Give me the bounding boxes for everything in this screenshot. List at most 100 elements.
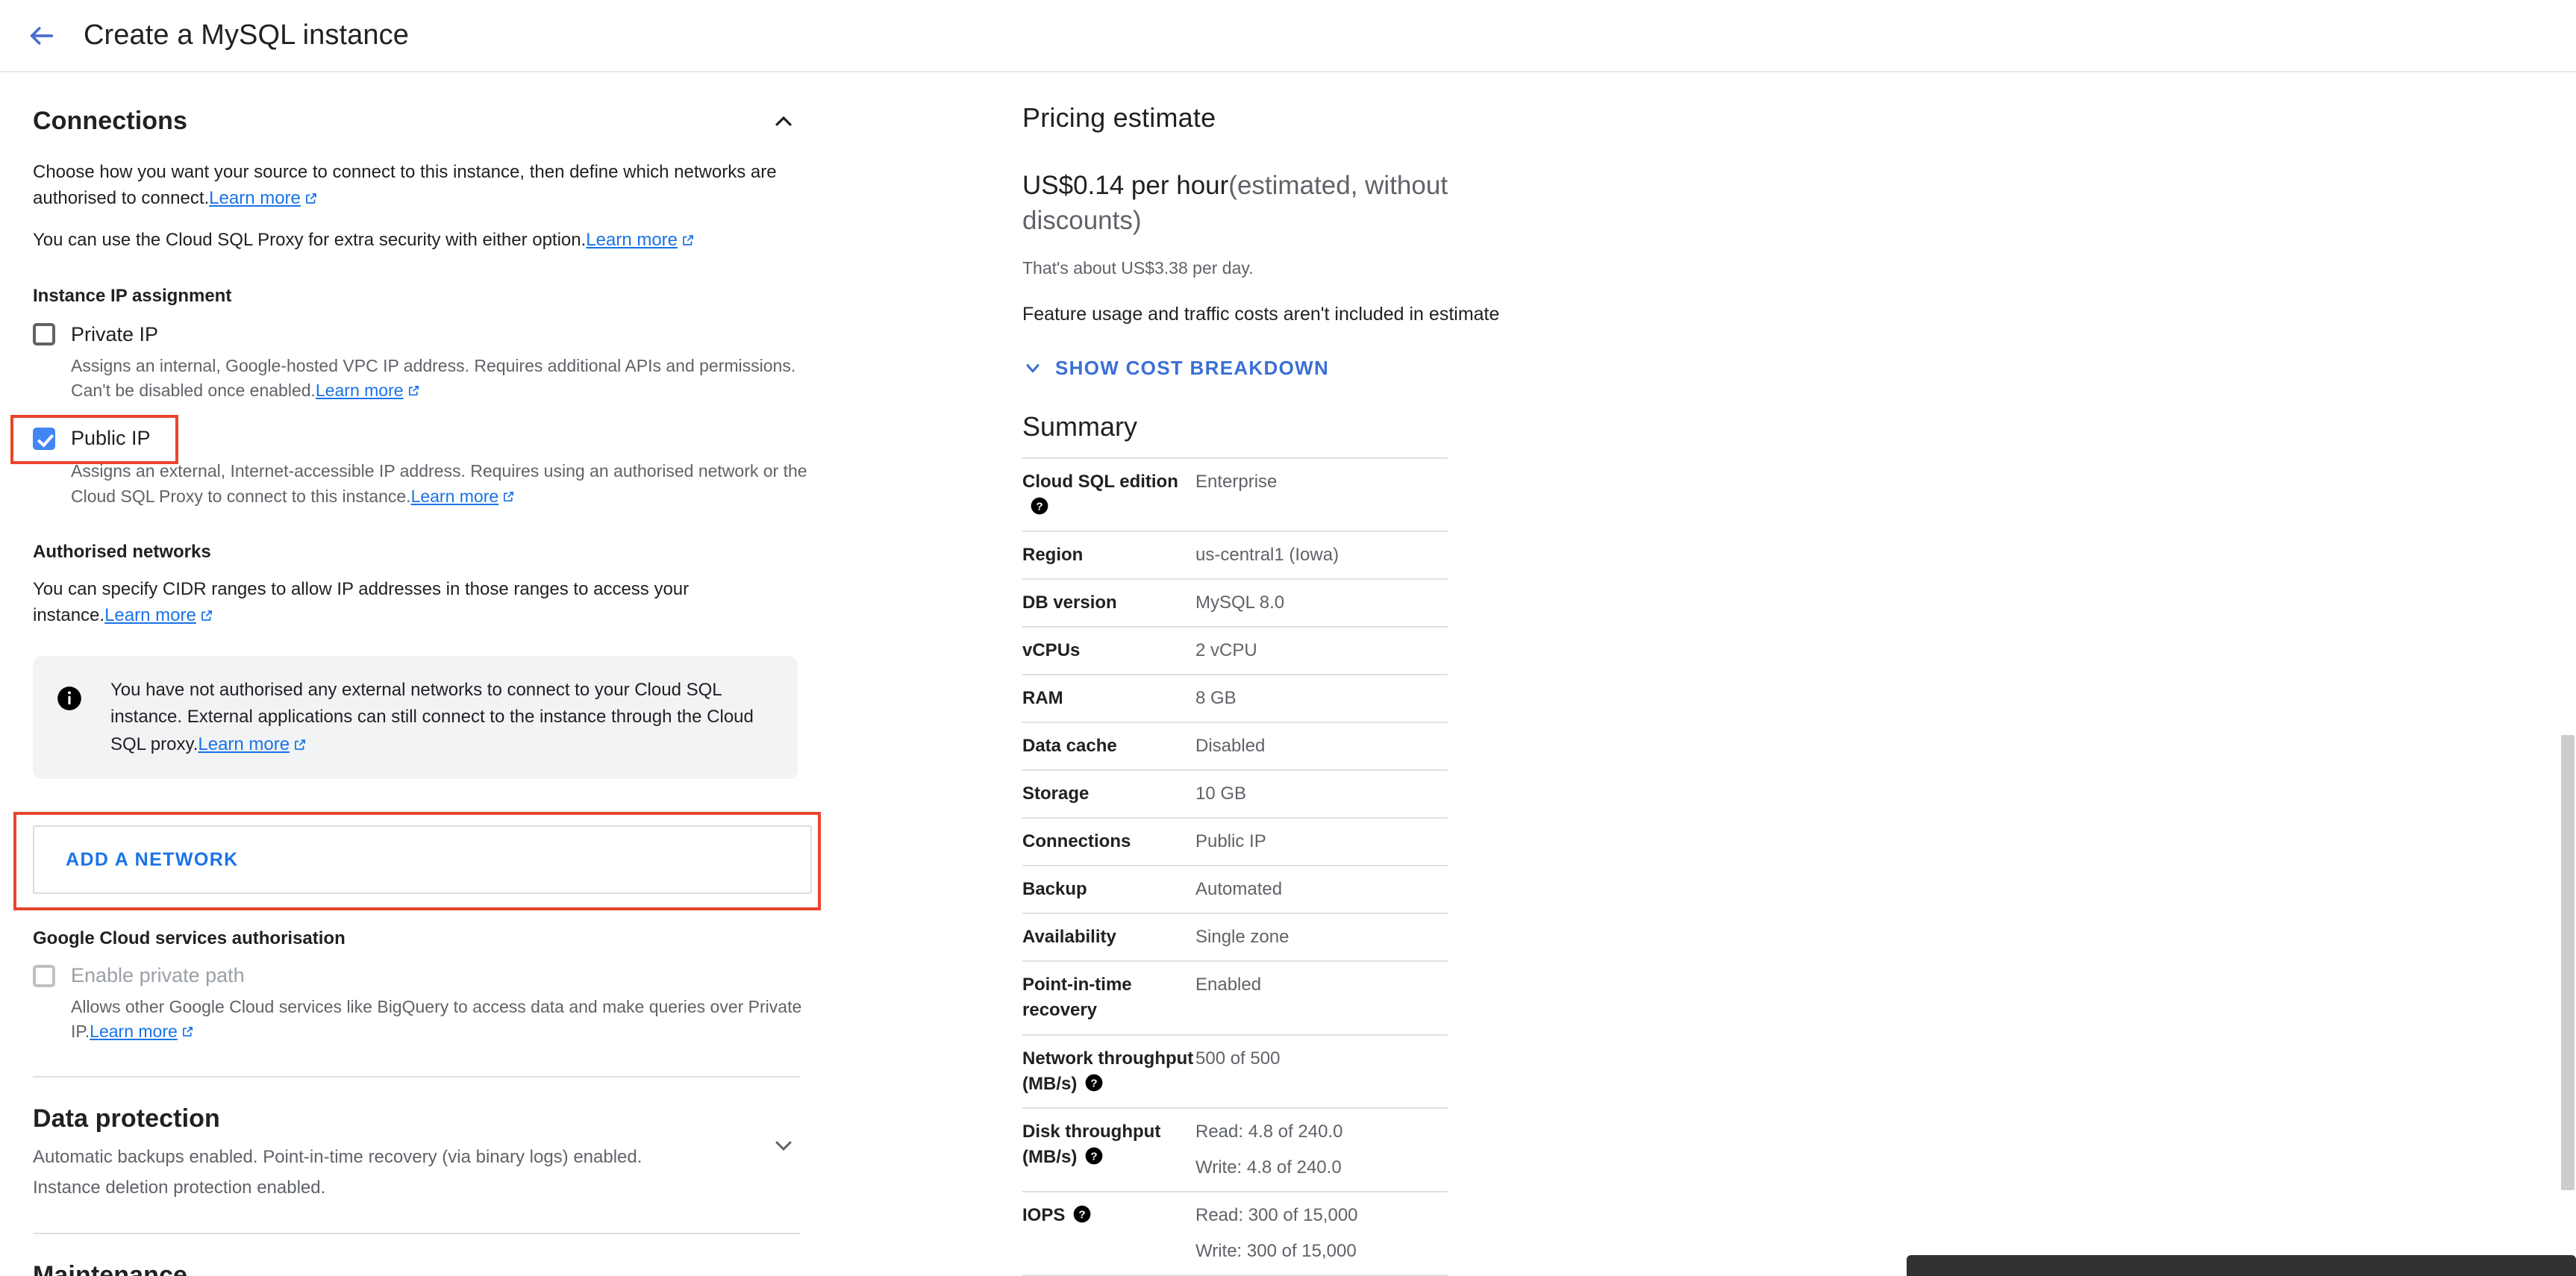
public-ip-checkbox-row[interactable]: Public IP bbox=[33, 427, 836, 450]
data-protection-header[interactable]: Data protection Automatic backups enable… bbox=[33, 1104, 836, 1201]
data-protection-expand-button[interactable] bbox=[767, 1131, 800, 1164]
vertical-scrollbar-track[interactable] bbox=[2560, 0, 2576, 1276]
summary-row-label-text: Point-in-time recovery bbox=[1022, 975, 1132, 1021]
summary-row-value: Enterprise bbox=[1195, 458, 1448, 531]
enable-private-path-row[interactable]: Enable private path bbox=[33, 964, 836, 987]
summary-row-value-line: Read: 4.8 of 240.0 bbox=[1195, 1121, 1343, 1142]
summary-row: IOPS? Read: 300 of 15,000 Write: 300 of 15… bbox=[1022, 1191, 1448, 1275]
help-icon[interactable]: ? bbox=[1084, 1073, 1104, 1092]
data-protection-block: Data protection Automatic backups enable… bbox=[33, 1104, 642, 1201]
private-ip-description-text: Assigns an internal, Google-hosted VPC I… bbox=[71, 355, 796, 401]
public-ip-description: Assigns an external, Internet-accessible… bbox=[71, 459, 810, 509]
connections-intro-2-link[interactable]: Learn more bbox=[586, 230, 678, 250]
summary-row-value-line: Single zone bbox=[1195, 927, 1289, 948]
authorised-networks-link[interactable]: Learn more bbox=[104, 605, 196, 625]
summary-row: Data cache Disabled bbox=[1022, 722, 1448, 770]
maintenance-title: Maintenance bbox=[33, 1260, 188, 1276]
external-link-icon bbox=[181, 1025, 195, 1039]
chevron-down-icon bbox=[1022, 357, 1043, 378]
summary-row: RAM 8 GB bbox=[1022, 674, 1448, 722]
private-ip-label: Private IP bbox=[71, 322, 159, 345]
enable-private-path-link[interactable]: Learn more bbox=[90, 1022, 178, 1041]
summary-row-label-text: Availability bbox=[1022, 927, 1116, 948]
summary-row-value: Disabled bbox=[1195, 722, 1448, 770]
enable-private-path-label: Enable private path bbox=[71, 964, 245, 987]
public-ip-group: Public IP Assigns an external, Internet-… bbox=[10, 415, 836, 509]
connections-intro-1: Choose how you want your source to conne… bbox=[33, 159, 801, 212]
back-button[interactable] bbox=[21, 15, 63, 57]
summary-row-label-text: vCPUs bbox=[1022, 639, 1081, 660]
show-cost-breakdown-button[interactable]: SHOW COST BREAKDOWN bbox=[1022, 357, 1329, 380]
add-network-button[interactable]: ADD A NETWORK bbox=[33, 825, 812, 895]
summary-row: Cloud SQL edition? Enterprise bbox=[1022, 457, 1448, 531]
summary-row-label-text: RAM bbox=[1022, 687, 1063, 708]
summary-row: vCPUs 2 vCPU bbox=[1022, 626, 1448, 675]
app-root: Create a MySQL instance Connections Choo… bbox=[0, 0, 2576, 1276]
chevron-down-icon bbox=[772, 1134, 795, 1160]
bottom-status-bar bbox=[1907, 1255, 2576, 1276]
no-networks-info-link[interactable]: Learn more bbox=[198, 734, 290, 754]
summary-row-value-line: Public IP bbox=[1195, 831, 1266, 852]
maintenance-block: Maintenance Maintenance will be applied … bbox=[33, 1261, 707, 1276]
summary-row-label-text: Backup bbox=[1022, 879, 1087, 900]
enable-private-path-checkbox[interactable] bbox=[33, 964, 55, 987]
private-ip-link[interactable]: Learn more bbox=[316, 381, 404, 400]
connections-intro-1-text: Choose how you want your source to conne… bbox=[33, 162, 777, 209]
external-link-icon bbox=[681, 234, 695, 247]
content-area: Connections Choose how you want your sou… bbox=[0, 72, 2576, 1276]
summary-row: Storage 10 GB bbox=[1022, 770, 1448, 818]
page-title: Create a MySQL instance bbox=[84, 19, 409, 51]
price-note: Feature usage and traffic costs aren't i… bbox=[1022, 303, 1500, 325]
left-panel: Connections Choose how you want your sou… bbox=[0, 72, 836, 1276]
help-icon[interactable]: ? bbox=[1072, 1204, 1092, 1224]
connections-intro-1-link[interactable]: Learn more bbox=[209, 188, 301, 208]
public-ip-label: Public IP bbox=[71, 427, 151, 450]
section-divider-2 bbox=[33, 1232, 800, 1234]
summary-row: Point-in-time recovery Enabled bbox=[1022, 961, 1448, 1034]
private-ip-checkbox[interactable] bbox=[33, 323, 55, 346]
connections-collapse-button[interactable] bbox=[767, 107, 800, 140]
summary-row-value-line: 10 GB bbox=[1195, 784, 1247, 804]
authorised-networks-label: Authorised networks bbox=[33, 542, 211, 563]
public-ip-checkbox[interactable] bbox=[33, 427, 55, 450]
summary-row-value-line: 500 of 500 bbox=[1195, 1048, 1281, 1069]
summary-row-label: Cloud SQL edition? bbox=[1022, 458, 1195, 531]
maintenance-header[interactable]: Maintenance Maintenance will be applied … bbox=[33, 1261, 836, 1276]
summary-row-label: IOPS? bbox=[1022, 1192, 1195, 1275]
summary-row: Region us-central1 (Iowa) bbox=[1022, 531, 1448, 579]
summary-row-value-line: 2 vCPU bbox=[1195, 639, 1257, 660]
summary-row-label: DB version bbox=[1022, 579, 1195, 627]
connections-title: Connections bbox=[33, 107, 187, 135]
gcp-services-auth-label: Google Cloud services authorisation bbox=[33, 928, 346, 949]
external-link-icon bbox=[407, 384, 421, 398]
summary-row-label: Backup bbox=[1022, 866, 1195, 913]
data-protection-summary-1: Automatic backups enabled. Point-in-time… bbox=[33, 1146, 643, 1167]
summary-title: Summary bbox=[1022, 410, 1138, 442]
help-icon[interactable]: ? bbox=[1084, 1146, 1104, 1166]
summary-row: Connections Public IP bbox=[1022, 818, 1448, 866]
arrow-left-icon bbox=[27, 21, 57, 51]
summary-row-label: Network throughput (MB/s)? bbox=[1022, 1035, 1195, 1108]
private-ip-checkbox-row[interactable]: Private IP bbox=[33, 323, 836, 346]
summary-row-label-text: Storage bbox=[1022, 784, 1090, 804]
connections-header[interactable]: Connections bbox=[33, 107, 836, 140]
summary-row-label-text: Cloud SQL edition bbox=[1022, 471, 1178, 492]
summary-row-label-text: Connections bbox=[1022, 831, 1131, 852]
show-cost-breakdown-label: SHOW COST BREAKDOWN bbox=[1055, 356, 1330, 379]
external-link-icon bbox=[200, 609, 213, 622]
right-panel: Pricing estimate US$0.14 per hour(estima… bbox=[836, 72, 2576, 1276]
summary-row-label-text: Network throughput (MB/s) bbox=[1022, 1048, 1194, 1094]
info-icon bbox=[55, 684, 84, 713]
public-ip-link[interactable]: Learn more bbox=[411, 487, 499, 506]
external-link-icon bbox=[293, 738, 307, 751]
summary-row-value-line: Read: 300 of 15,000 bbox=[1195, 1204, 1358, 1225]
authorised-networks-description: You can specify CIDR ranges to allow IP … bbox=[33, 576, 801, 629]
summary-row-value-line: Write: 4.8 of 240.0 bbox=[1195, 1157, 1342, 1178]
help-icon[interactable]: ? bbox=[1030, 496, 1049, 516]
vertical-scrollbar-thumb[interactable] bbox=[2561, 735, 2575, 1190]
add-network-group: ADD A NETWORK bbox=[13, 812, 836, 912]
data-protection-title: Data protection bbox=[33, 1104, 220, 1133]
summary-row: Disk throughput (MB/s)? Read: 4.8 of 240.… bbox=[1022, 1107, 1448, 1192]
add-network-label: ADD A NETWORK bbox=[66, 848, 239, 870]
price-per-day: That's about US$3.38 per day. bbox=[1022, 257, 1254, 278]
